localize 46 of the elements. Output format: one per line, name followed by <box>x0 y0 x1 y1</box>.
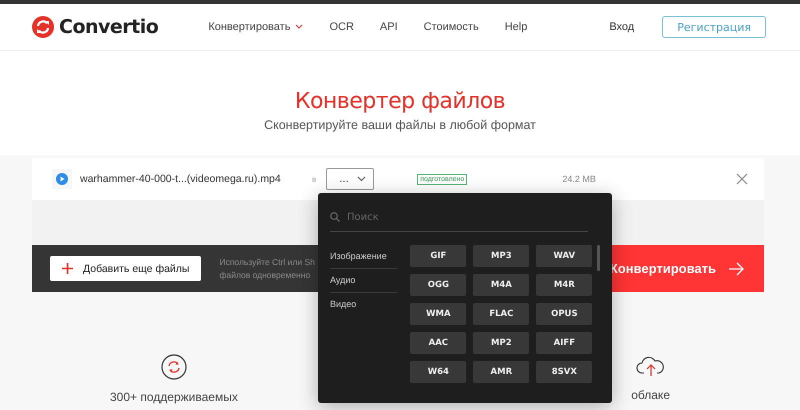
nav-link[interactable]: Стоимость <box>424 21 479 33</box>
format-button[interactable]: W64 <box>410 361 466 383</box>
search-input[interactable]: Поиск <box>345 210 549 224</box>
format-button[interactable]: GIF <box>410 245 466 267</box>
category-item[interactable]: Изображение <box>330 245 398 269</box>
logo-icon <box>32 16 54 38</box>
nav-link[interactable]: Конвертировать <box>208 21 304 33</box>
nav-link[interactable]: OCR <box>329 21 354 33</box>
format-button[interactable]: WMA <box>410 303 466 325</box>
format-button[interactable]: 8SVX <box>536 361 592 383</box>
video-file-icon <box>52 169 72 189</box>
caret-icon <box>357 176 366 182</box>
scrollbar[interactable] <box>597 245 600 271</box>
nav-link[interactable]: Help <box>504 21 528 33</box>
feature-text: 300+ поддерживаемых <box>110 390 238 404</box>
refresh-icon <box>160 354 187 380</box>
format-button[interactable]: AMR <box>473 361 530 383</box>
format-button[interactable]: FLAC <box>473 303 530 325</box>
close-icon[interactable] <box>736 173 748 185</box>
format-button[interactable]: MP3 <box>473 245 530 267</box>
page-subtitle: Сконвертируйте ваши файлы в любой формат <box>264 118 536 132</box>
category-item[interactable]: Видео <box>330 293 398 317</box>
file-name: warhammer-40-000-t...(videomega.ru).mp4 <box>80 173 282 185</box>
search-icon <box>330 212 340 222</box>
format-button[interactable]: OPUS <box>536 303 592 325</box>
plus-icon <box>62 263 73 274</box>
add-files-button[interactable]: Добавить еще файлы <box>50 256 202 281</box>
format-button[interactable]: M4A <box>473 274 530 296</box>
cloud-upload-icon <box>636 354 666 378</box>
category-item[interactable]: Аудио <box>330 269 398 293</box>
file-size: 24.2 MB <box>562 174 597 184</box>
arrow-right-icon <box>728 262 744 276</box>
to-label: в <box>312 174 316 184</box>
hint-text: Используйте Ctrl или Sh файлов одновременно <box>219 256 315 282</box>
nav-link[interactable]: API <box>380 21 398 33</box>
login-link[interactable]: Вход <box>609 21 634 33</box>
format-button[interactable]: WAV <box>536 245 592 267</box>
feature-text: облаке <box>631 388 670 402</box>
format-select[interactable]: ... <box>326 168 374 190</box>
format-button[interactable]: AAC <box>410 332 466 354</box>
logo-text[interactable]: Convertio <box>59 16 158 38</box>
page-title: Конвертер файлов <box>294 89 506 114</box>
format-button[interactable]: OGG <box>410 274 466 296</box>
format-button[interactable]: MP2 <box>473 332 530 354</box>
format-button[interactable]: M4R <box>536 274 592 296</box>
format-button[interactable]: AIFF <box>536 332 592 354</box>
